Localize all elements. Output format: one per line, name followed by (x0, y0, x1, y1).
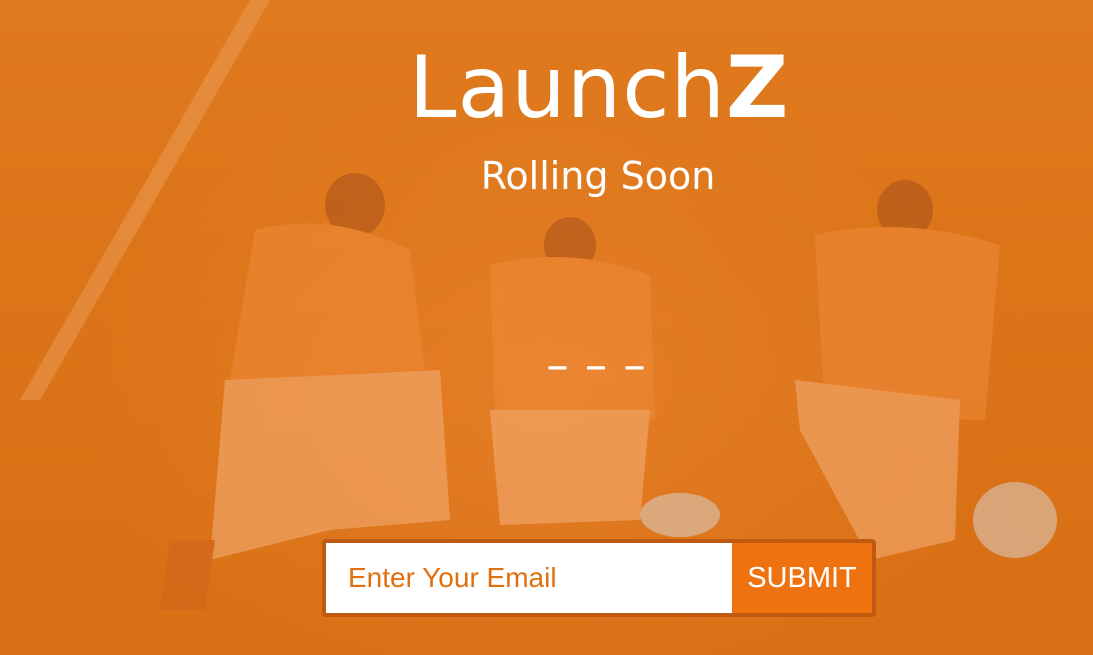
subscribe-form: SUBMIT (322, 539, 876, 617)
countdown-placeholder: _ _ _ (548, 329, 648, 370)
submit-button[interactable]: SUBMIT (732, 543, 872, 613)
tagline: Rolling Soon (480, 154, 716, 198)
brand-name-accent: Z (726, 38, 790, 138)
brand-name-regular: Launch (408, 38, 727, 138)
email-input[interactable] (326, 543, 732, 613)
brand-logo: LaunchZ (0, 38, 1093, 138)
